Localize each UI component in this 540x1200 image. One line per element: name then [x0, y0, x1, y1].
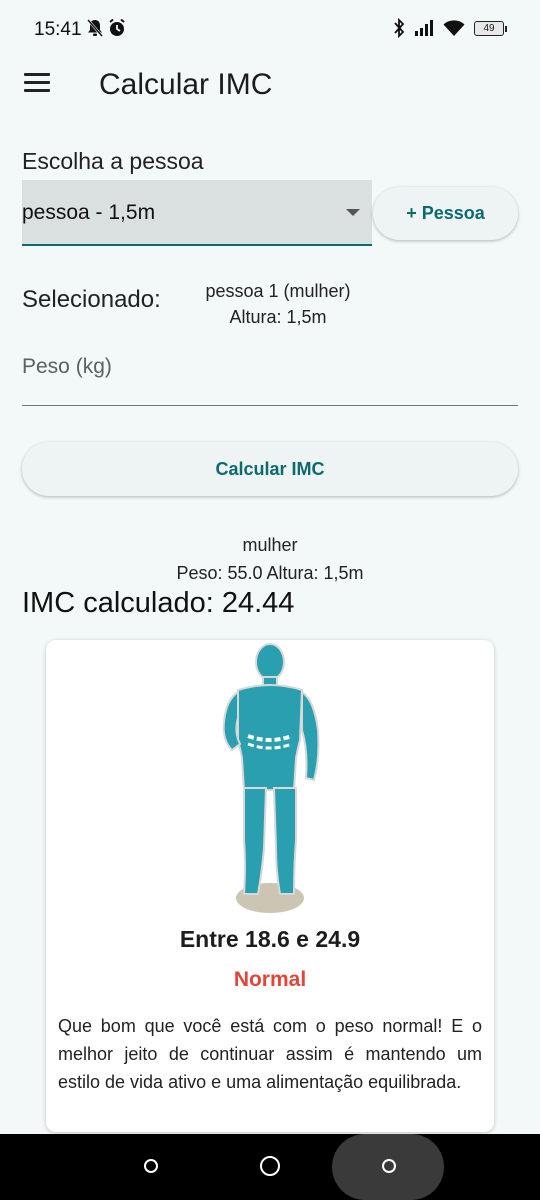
signal-icon [415, 20, 433, 36]
selected-person-name: pessoa 1 (mulher) [205, 281, 351, 301]
add-person-button[interactable]: + Pessoa [373, 187, 518, 240]
wifi-icon [443, 20, 465, 36]
selected-label: Selecionado: [22, 286, 161, 313]
mute-bell-icon [87, 19, 103, 37]
imc-category: Normal [233, 968, 307, 991]
result-gender: mulher [242, 535, 298, 555]
nav-home-icon[interactable] [260, 1156, 280, 1176]
status-left-icons [86, 18, 126, 38]
battery-level: 49 [483, 22, 495, 34]
weight-input[interactable]: Peso (kg) [22, 340, 518, 406]
page-title: Calcular IMC [99, 68, 273, 101]
nav-recents-icon[interactable] [382, 1159, 396, 1173]
alarm-icon [109, 18, 125, 36]
result-card: Entre 18.6 e 24.9 Normal Que bom que voc… [46, 640, 494, 1132]
status-right-icons: 49 [393, 18, 507, 38]
result-details: Peso: 55.0 Altura: 1,5m [176, 563, 364, 583]
battery-icon: 49 [474, 20, 507, 36]
person-dropdown[interactable]: pessoa - 1,5m [22, 180, 372, 246]
app-bar: Calcular IMC [0, 60, 540, 106]
selected-person-height: Altura: 1,5m [229, 307, 327, 327]
status-bar: 15:41 49 [0, 0, 540, 60]
imc-range: Entre 18.6 e 24.9 [179, 926, 361, 952]
status-time: 15:41 [34, 19, 82, 40]
calculate-imc-button[interactable]: Calcular IMC [22, 442, 518, 496]
hamburger-menu-icon[interactable] [24, 73, 52, 95]
nav-back-icon[interactable] [144, 1159, 158, 1173]
imc-description: Que bom que você está com o peso normal!… [58, 1016, 482, 1092]
imc-result: IMC calculado: 24.44 [22, 587, 295, 619]
human-body-figure-icon [222, 643, 320, 913]
bluetooth-icon [394, 18, 405, 38]
selected-person-info: pessoa 1 (mulher) Altura: 1,5m [180, 278, 376, 330]
choose-person-label: Escolha a pessoa [22, 148, 204, 174]
system-nav-bar [0, 1134, 540, 1200]
dropdown-selected-value: pessoa - 1,5m [22, 201, 156, 224]
dropdown-arrow-icon [346, 209, 360, 216]
weight-placeholder: Peso (kg) [22, 355, 112, 378]
result-summary: mulher Peso: 55.0 Altura: 1,5m [0, 531, 540, 587]
